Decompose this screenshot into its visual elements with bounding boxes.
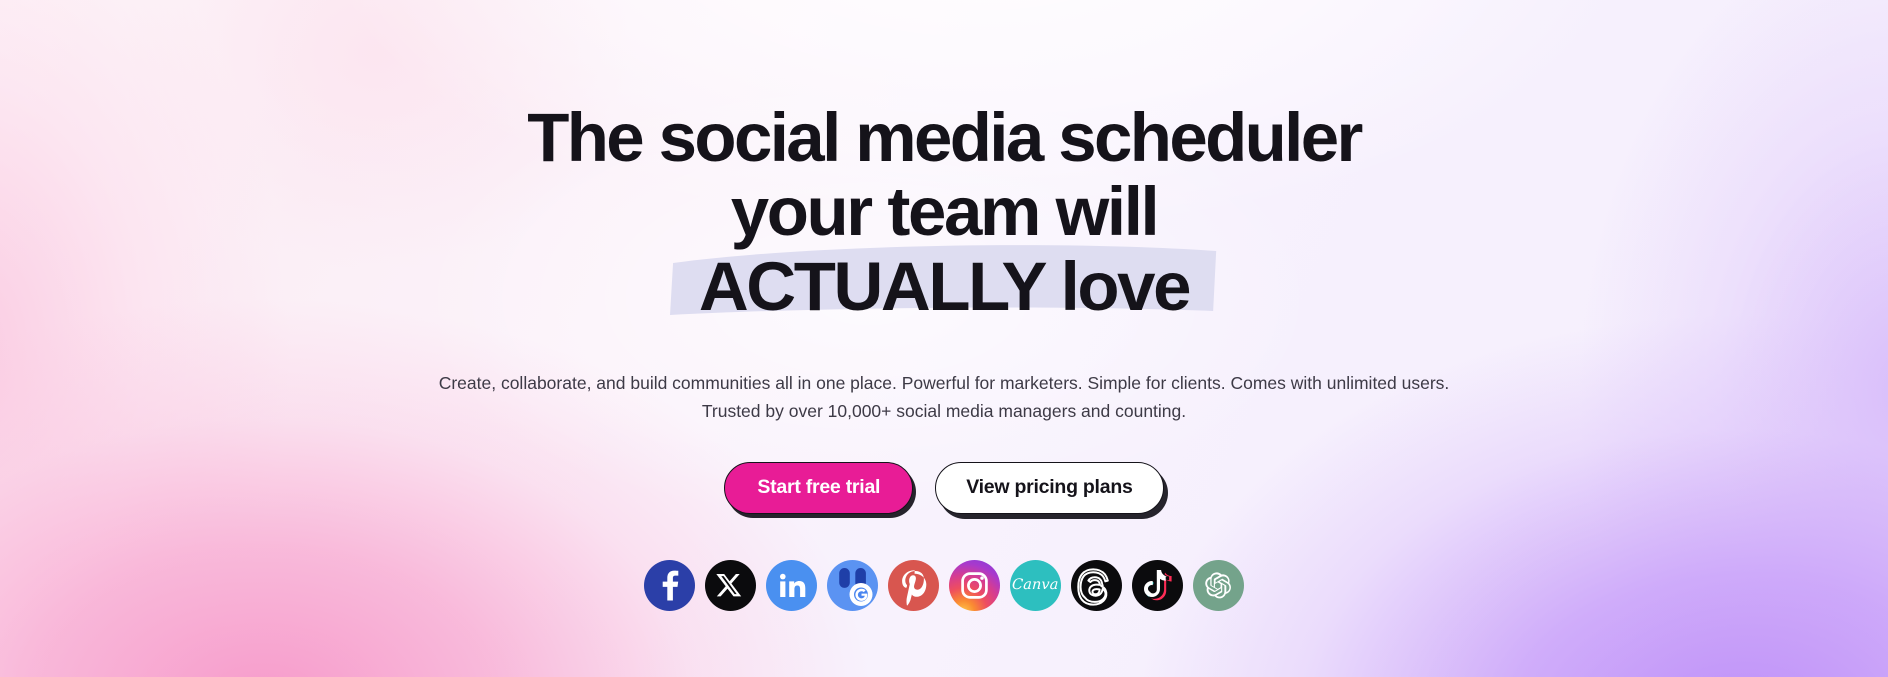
- headline-line-3-highlighted: ACTUALLY love: [669, 245, 1217, 327]
- headline-line-3-text: ACTUALLY love: [698, 248, 1192, 326]
- openai-chatgpt-icon[interactable]: [1193, 559, 1244, 611]
- instagram-icon[interactable]: [949, 559, 1000, 611]
- pinterest-icon[interactable]: [888, 559, 939, 611]
- headline-line-2: your team will: [730, 172, 1160, 250]
- threads-icon[interactable]: [1071, 559, 1122, 611]
- view-pricing-plans-button[interactable]: View pricing plans: [935, 461, 1164, 514]
- x-twitter-icon[interactable]: [705, 559, 756, 611]
- hero-content: The social media scheduler your team wil…: [0, 0, 1888, 611]
- linkedin-icon[interactable]: [766, 559, 817, 611]
- social-platform-icon-row: Canva: [644, 559, 1244, 611]
- subtitle-line-2: Trusted by over 10,000+ social media man…: [701, 401, 1187, 422]
- headline-line-1: The social media scheduler: [527, 99, 1363, 176]
- canva-icon[interactable]: Canva: [1010, 559, 1061, 611]
- hero-headline: The social media scheduler your team wil…: [527, 99, 1363, 327]
- canva-wordmark: Canva: [1011, 577, 1060, 594]
- start-free-trial-button[interactable]: Start free trial: [724, 461, 914, 514]
- cta-button-row: Start free trial View pricing plans: [724, 461, 1164, 514]
- facebook-icon[interactable]: [644, 559, 695, 611]
- tiktok-icon[interactable]: [1132, 559, 1183, 611]
- subtitle-line-1: Create, collaborate, and build communiti…: [438, 372, 1450, 393]
- hero-section: The social media scheduler your team wil…: [0, 0, 1888, 677]
- hero-subtitle: Create, collaborate, and build communiti…: [439, 369, 1450, 426]
- google-business-profile-icon[interactable]: [827, 559, 878, 611]
